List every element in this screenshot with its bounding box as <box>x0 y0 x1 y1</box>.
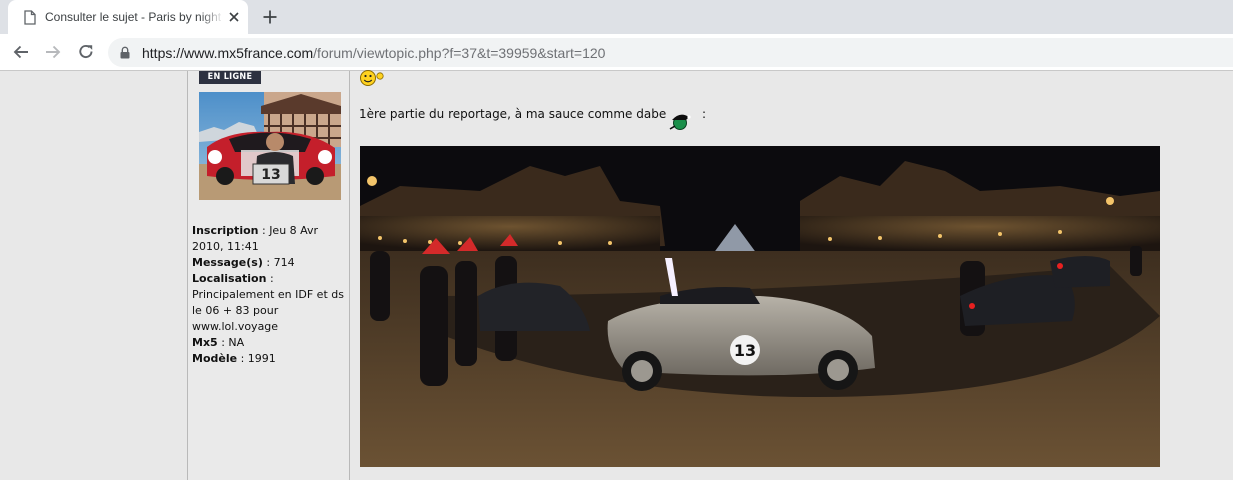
profile-inscription: Inscription : Jeu 8 Avr 2010, 11:41 <box>192 224 319 253</box>
photo-car-number: 13 <box>734 341 756 360</box>
modele-label: Modèle <box>192 352 238 365</box>
smiley-icon <box>360 70 384 86</box>
profile-modele: Modèle : 1991 <box>192 352 276 365</box>
browser-tab[interactable]: Consulter le sujet - Paris by night <box>8 0 248 34</box>
tab-title-fade <box>200 6 224 28</box>
close-icon[interactable] <box>227 10 241 24</box>
modele-value: 1991 <box>247 352 276 365</box>
avatar-plate-number: 13 <box>261 167 280 183</box>
tab-title: Consulter le sujet - Paris by night <box>45 10 222 24</box>
messages-value: 714 <box>273 256 295 269</box>
mx5-label: Mx5 <box>192 336 218 349</box>
back-arrow-icon[interactable] <box>12 43 30 61</box>
inscription-label: Inscription <box>192 224 259 237</box>
profile-details: Inscription : Jeu 8 Avr 2010, 11:41 Mess… <box>192 223 348 367</box>
document-icon <box>24 10 36 25</box>
post-intro-text: 1ère partie du reportage, à ma sauce com… <box>359 107 667 121</box>
mx5-value: NA <box>228 336 245 349</box>
post-body: 1ère partie du reportage, à ma sauce com… <box>351 70 1233 480</box>
messages-label: Message(s) <box>192 256 263 269</box>
forward-arrow-icon[interactable] <box>44 43 62 61</box>
reload-icon[interactable] <box>77 43 95 61</box>
url-path: /forum/viewtopic.php?f=37&t=39959&start=… <box>313 45 606 61</box>
poster-profile: EN LIGNE 13 Inscription: Jeu 8 Avr 2010… <box>187 71 350 480</box>
localisation-label: Localisation <box>192 272 267 285</box>
plus-icon[interactable] <box>262 9 278 25</box>
localisation-value: Principalement en IDF et ds le 06 + 83 p… <box>192 288 344 333</box>
url-text: https://www.mx5france.com/forum/viewtopi… <box>142 45 605 61</box>
online-status-badge: EN LIGNE <box>199 71 261 84</box>
url-host: https://www.mx5france.com <box>142 45 314 61</box>
address-bar[interactable]: https://www.mx5france.com/forum/viewtopi… <box>108 38 1233 67</box>
tab-strip: Consulter le sujet - Paris by night <box>0 0 1233 34</box>
lock-icon <box>120 46 130 59</box>
browser-toolbar: https://www.mx5france.com/forum/viewtopi… <box>0 34 1233 71</box>
night-photo-louvre[interactable]: 13 <box>360 146 1160 467</box>
profile-messages: Message(s) : 714 <box>192 256 295 269</box>
forum-page: EN LIGNE 13 Inscription: Jeu 8 Avr 2010… <box>0 70 1233 480</box>
page-margin <box>0 71 187 480</box>
christmas-hat-smiley-icon <box>669 114 691 130</box>
avatar[interactable]: 13 <box>199 92 341 200</box>
profile-mx5: Mx5 : NA <box>192 336 245 349</box>
post-intro-colon: : <box>702 107 707 121</box>
profile-localisation: Localisation : Principalement en IDF et … <box>192 272 344 333</box>
